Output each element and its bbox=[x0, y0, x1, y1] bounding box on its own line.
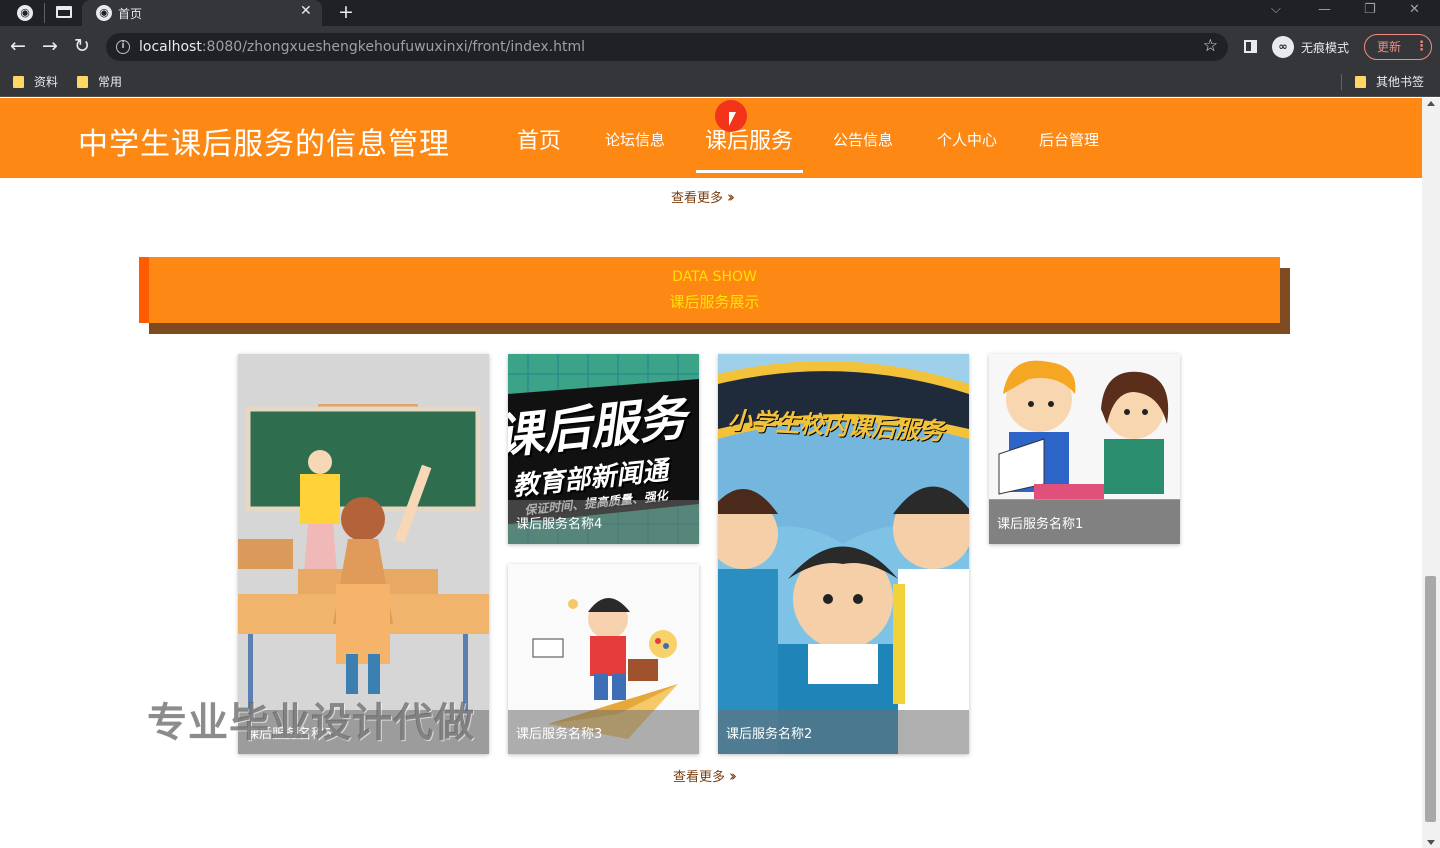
new-tab-plus-icon[interactable]: + bbox=[338, 1, 354, 23]
section-banner: DATA SHOW 课后服务展示 bbox=[139, 257, 1280, 323]
tab-close-icon[interactable]: ✕ bbox=[300, 3, 312, 19]
update-label: 更新 bbox=[1377, 40, 1402, 54]
window-icon[interactable] bbox=[56, 6, 72, 18]
card-caption: 课后服务名称2 bbox=[718, 710, 969, 754]
back-arrow-icon[interactable]: ← bbox=[10, 35, 26, 57]
nav-personal-center[interactable]: 个人中心 bbox=[937, 129, 997, 150]
page-scrollbar[interactable] bbox=[1422, 98, 1440, 848]
window-close-icon[interactable]: ✕ bbox=[1409, 2, 1420, 17]
forward-arrow-icon[interactable]: → bbox=[42, 35, 58, 57]
nav-forum[interactable]: 论坛信息 bbox=[605, 129, 665, 150]
mouse-cursor-icon bbox=[729, 112, 736, 126]
double-chevron-right-icon: ›› bbox=[727, 188, 735, 206]
active-nav-underline bbox=[696, 170, 803, 173]
bookmark-folder-0[interactable]: 资料 bbox=[13, 73, 58, 90]
restore-icon[interactable]: ❐ bbox=[1364, 2, 1376, 17]
bookmark-folder-1[interactable]: 常用 bbox=[77, 73, 122, 90]
incognito-icon[interactable]: ∞ bbox=[1272, 36, 1294, 58]
minimize-icon[interactable]: — bbox=[1318, 2, 1331, 17]
site-title: 中学生课后服务的信息管理 bbox=[78, 127, 450, 162]
section-title-cn: 课后服务展示 bbox=[669, 293, 760, 311]
folder-icon bbox=[1355, 76, 1366, 88]
service-card-1[interactable]: 课后服务名称1 bbox=[989, 354, 1180, 544]
scroll-down-arrow-icon[interactable] bbox=[1427, 840, 1435, 845]
double-chevron-right-icon: ›› bbox=[729, 767, 737, 785]
update-button[interactable]: 更新 ⋮ bbox=[1364, 34, 1432, 60]
tab-favicon-icon: ◉ bbox=[96, 5, 112, 21]
bookmarks-bar: 资料 常用 其他书签 bbox=[0, 68, 1440, 97]
nav-announcements[interactable]: 公告信息 bbox=[833, 129, 893, 150]
bookmark-star-icon[interactable]: ☆ bbox=[1203, 36, 1218, 56]
card-caption: 课后服务名称3 bbox=[508, 710, 699, 754]
card-caption: 课后服务名称1 bbox=[989, 500, 1180, 544]
address-bar[interactable]: i localhost:8080/zhongxueshengkehoufuwux… bbox=[106, 33, 1228, 61]
bookmarks-separator bbox=[1341, 74, 1342, 90]
view-more-top-link[interactable]: 查看更多 ›› bbox=[671, 187, 735, 206]
tab-search-chevron-icon[interactable]: ⌵ bbox=[1271, 2, 1281, 17]
incognito-label: 无痕模式 bbox=[1301, 41, 1350, 55]
folder-icon bbox=[77, 76, 88, 88]
profile-globe-icon[interactable]: ◉ bbox=[17, 5, 33, 21]
browser-tab-active[interactable]: ◉ 首页 ✕ bbox=[82, 0, 322, 26]
watermark-text: 专业毕业设计代做 bbox=[147, 700, 475, 746]
section-title-en: DATA SHOW bbox=[672, 269, 757, 285]
more-menu-icon[interactable]: ⋮ bbox=[1415, 35, 1428, 59]
nav-home[interactable]: 首页 bbox=[517, 123, 561, 155]
service-card-2[interactable]: 小学生校内课后服务 课后服务名称2 bbox=[718, 354, 969, 754]
site-header: 中学生课后服务的信息管理 首页 论坛信息 课后服务 公告信息 个人中心 后台管理 bbox=[0, 98, 1422, 178]
nav-after-school-service[interactable]: 课后服务 bbox=[705, 123, 793, 155]
view-more-bottom-link[interactable]: 查看更多 ›› bbox=[673, 766, 737, 785]
folder-icon bbox=[13, 76, 24, 88]
site-info-icon[interactable]: i bbox=[116, 40, 130, 54]
service-card-4[interactable]: 课后服务 教育部新闻通 保证时间、提高质量、强化 课后服务名称4 bbox=[508, 354, 699, 544]
side-panel-icon[interactable] bbox=[1244, 40, 1257, 53]
url-text[interactable]: localhost:8080/zhongxueshengkehoufuwuxin… bbox=[139, 39, 585, 55]
card-caption: 课后服务名称4 bbox=[508, 500, 699, 544]
scroll-thumb[interactable] bbox=[1425, 576, 1436, 822]
reload-icon[interactable]: ↻ bbox=[74, 35, 90, 57]
tabstrip-separator bbox=[44, 3, 45, 23]
browser-toolbar: ← → ↻ i localhost:8080/zhongxueshengkeho… bbox=[0, 26, 1440, 68]
tab-title: 首页 bbox=[118, 7, 143, 21]
browser-tabstrip: ◉ ◉ 首页 ✕ + ⌵ — ❐ ✕ bbox=[0, 0, 1440, 26]
service-card-3[interactable]: 课后服务名称3 bbox=[508, 564, 699, 754]
nav-admin[interactable]: 后台管理 bbox=[1039, 129, 1099, 150]
scroll-up-arrow-icon[interactable] bbox=[1427, 101, 1435, 106]
other-bookmarks[interactable]: 其他书签 bbox=[1355, 73, 1424, 90]
page-viewport: 中学生课后服务的信息管理 首页 论坛信息 课后服务 公告信息 个人中心 后台管理… bbox=[0, 98, 1422, 848]
